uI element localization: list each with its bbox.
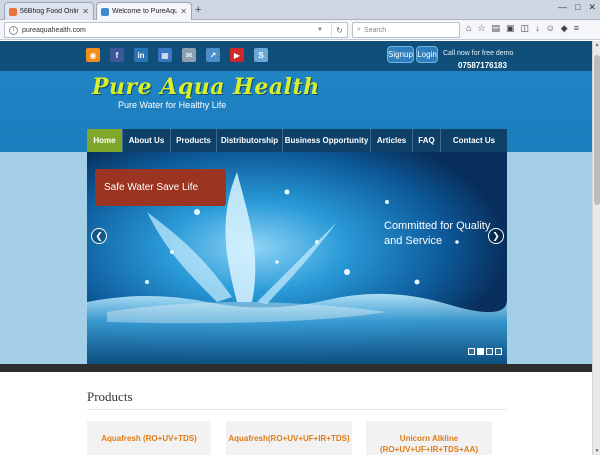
youtube-icon[interactable]: ▶ bbox=[230, 48, 244, 62]
clipboard-icon[interactable]: ▣ bbox=[506, 23, 515, 34]
menu-item-faq[interactable]: FAQ bbox=[413, 129, 441, 152]
login-button[interactable]: Login bbox=[416, 46, 438, 63]
search-input[interactable]: ⌕ Search bbox=[352, 22, 460, 38]
slider-dot[interactable] bbox=[468, 348, 475, 355]
top-strip: ◉ f in ▦ ✉ ↗ ▶ S Signup Login Call now f… bbox=[0, 41, 600, 71]
tab-title: Welcome to PureAquaHealth.c... bbox=[112, 8, 178, 15]
search-icon: ⌕ bbox=[357, 26, 361, 33]
address-bar[interactable]: i pureaquahealth.com ▼ ↻ bbox=[4, 22, 348, 38]
chevron-left-icon[interactable]: ❮ bbox=[91, 228, 107, 244]
slider-dot[interactable] bbox=[486, 348, 493, 355]
face-icon[interactable]: ☺ bbox=[546, 23, 555, 34]
linkedin-icon[interactable]: in bbox=[134, 48, 148, 62]
chevron-right-icon[interactable]: ❯ bbox=[488, 228, 504, 244]
skype-icon[interactable]: S bbox=[254, 48, 268, 62]
extension-icon[interactable]: ◆ bbox=[561, 23, 568, 34]
divider-bar bbox=[0, 364, 600, 372]
product-name[interactable]: Unicorn Alkline (RO+UV+UF+IR+TDS+AA) bbox=[380, 434, 478, 454]
tab-favicon-icon bbox=[9, 7, 17, 16]
site-logo[interactable]: Pure Aqua Health bbox=[92, 74, 320, 100]
slider-caption-left: Safe Water Save Life bbox=[95, 169, 226, 206]
download-icon[interactable]: ↓ bbox=[535, 23, 540, 34]
slider-dot-active[interactable] bbox=[477, 348, 484, 355]
menu-item-articles[interactable]: Articles bbox=[371, 129, 413, 152]
product-card[interactable]: Unicorn Alkline (RO+UV+UF+IR+TDS+AA) bbox=[366, 421, 492, 455]
address-text[interactable]: pureaquahealth.com bbox=[22, 27, 313, 34]
scroll-up-icon[interactable]: ▲ bbox=[593, 41, 600, 49]
plus-icon[interactable]: + bbox=[195, 4, 201, 16]
browser-nav-bar: i pureaquahealth.com ▼ ↻ ⌕ Search ⌂ ☆ ▤ … bbox=[0, 20, 600, 40]
scroll-down-icon[interactable]: ▼ bbox=[593, 447, 600, 455]
main-menu: Home About Us Products Distributorship B… bbox=[87, 129, 507, 152]
phone-number: 07587176183 bbox=[458, 61, 507, 70]
facebook-icon[interactable]: f bbox=[110, 48, 124, 62]
web-page: ◉ f in ▦ ✉ ↗ ▶ S Signup Login Call now f… bbox=[0, 41, 600, 455]
browser-tab-bar: 56Bhog Food Online Food ... ✕ Welcome to… bbox=[0, 0, 600, 20]
home-icon[interactable]: ⌂ bbox=[466, 23, 471, 34]
browser-toolbar-icons: ⌂ ☆ ▤ ▣ ◫ ↓ ☺ ◆ ≡ bbox=[466, 23, 579, 34]
delicious-icon[interactable]: ▦ bbox=[158, 48, 172, 62]
slider-dots bbox=[468, 348, 502, 355]
close-tab-icon[interactable]: ✕ bbox=[82, 7, 89, 16]
scrollbar-thumb[interactable] bbox=[594, 55, 600, 205]
rss-icon[interactable]: ◉ bbox=[86, 48, 100, 62]
menu-icon[interactable]: ≡ bbox=[574, 23, 579, 34]
maximize-icon[interactable]: □ bbox=[575, 2, 580, 13]
social-links: ◉ f in ▦ ✉ ↗ ▶ S bbox=[86, 48, 268, 62]
products-divider bbox=[87, 409, 507, 410]
slider-caption-right: Committed for Quality and Service bbox=[384, 220, 491, 247]
product-name[interactable]: Aquafresh (RO+UV+TDS) bbox=[101, 434, 197, 443]
bookmark-star-icon[interactable]: ☆ bbox=[477, 23, 485, 34]
tab-favicon-icon bbox=[101, 7, 109, 16]
close-tab-icon[interactable]: ✕ bbox=[180, 7, 187, 16]
pocket-icon[interactable]: ◫ bbox=[521, 23, 530, 34]
products-heading: Products bbox=[87, 389, 133, 404]
info-icon[interactable]: i bbox=[9, 25, 18, 35]
browser-tab-active[interactable]: Welcome to PureAquaHealth.c... ✕ bbox=[96, 2, 192, 20]
reload-icon[interactable]: ↻ bbox=[331, 23, 347, 37]
search-placeholder: Search bbox=[363, 26, 387, 34]
close-window-icon[interactable]: ✕ bbox=[588, 2, 596, 13]
email-icon[interactable]: ✉ bbox=[182, 48, 196, 62]
menu-item-home[interactable]: Home bbox=[87, 129, 123, 152]
call-text: Call now for free demo bbox=[443, 50, 514, 57]
tagline: Pure Water for Healthy Life bbox=[118, 100, 227, 110]
product-name[interactable]: Aquafresh(RO+UV+UF+IR+TDS) bbox=[228, 434, 349, 443]
menu-item-products[interactable]: Products bbox=[171, 129, 217, 152]
tab-title: 56Bhog Food Online Food ... bbox=[20, 8, 80, 15]
page-scrollbar[interactable]: ▲ ▼ bbox=[592, 41, 600, 455]
signup-button[interactable]: Signup bbox=[387, 46, 414, 63]
slider-dot[interactable] bbox=[495, 348, 502, 355]
window-controls: — □ ✕ bbox=[558, 2, 596, 13]
menu-item-distributorship[interactable]: Distributorship bbox=[217, 129, 283, 152]
share-icon[interactable]: ↗ bbox=[206, 48, 220, 62]
image-slider: Safe Water Save Life Committed for Quali… bbox=[87, 152, 507, 364]
product-card[interactable]: Aquafresh(RO+UV+UF+IR+TDS) bbox=[226, 421, 352, 455]
menu-item-business-opportunity[interactable]: Business Opportunity bbox=[283, 129, 371, 152]
dropdown-arrow-icon[interactable]: ▼ bbox=[317, 27, 323, 33]
reading-list-icon[interactable]: ▤ bbox=[492, 23, 501, 34]
menu-item-about-us[interactable]: About Us bbox=[123, 129, 171, 152]
browser-tab[interactable]: 56Bhog Food Online Food ... ✕ bbox=[4, 2, 94, 20]
product-card[interactable]: Aquafresh (RO+UV+TDS) bbox=[87, 421, 211, 455]
menu-item-contact-us[interactable]: Contact Us bbox=[441, 129, 507, 152]
minimize-icon[interactable]: — bbox=[558, 2, 567, 13]
